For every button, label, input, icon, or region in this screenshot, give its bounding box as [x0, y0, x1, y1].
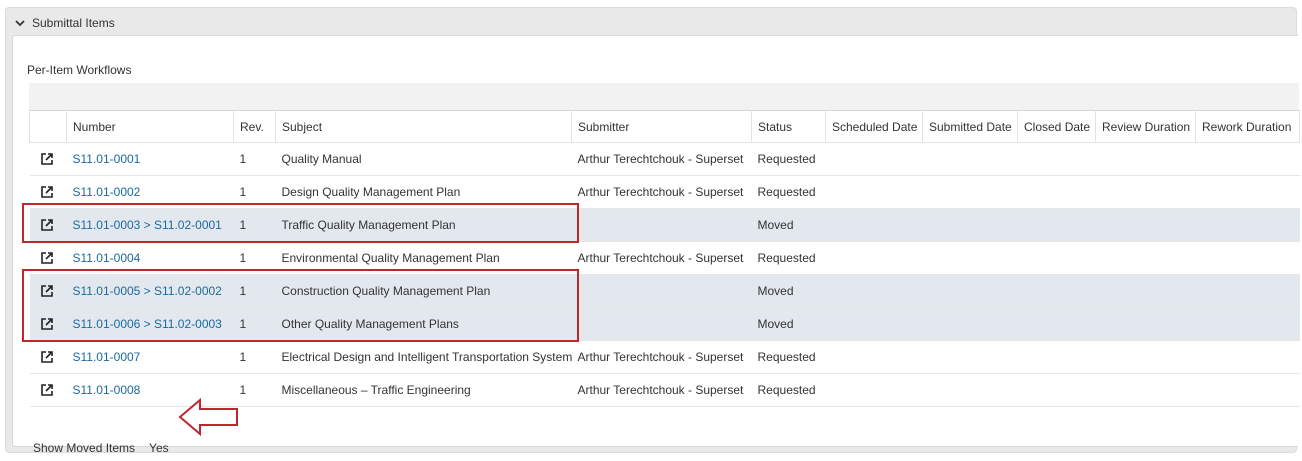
status-cell: Requested [751, 142, 826, 176]
col-header-action [29, 110, 67, 143]
submitter-cell: Arthur Terechtchouk - Superset [571, 142, 752, 176]
show-moved-items-label: Show Moved Items [33, 441, 136, 455]
number-link[interactable]: S11.01-0006 > S11.02-0003 [66, 307, 234, 341]
show-moved-items-field: Show Moved Items Yes [33, 441, 169, 455]
status-cell: Requested [751, 241, 826, 275]
row-action-cell[interactable] [29, 241, 67, 275]
number-link[interactable]: S11.01-0002 [66, 175, 234, 209]
open-external-icon[interactable] [40, 218, 54, 232]
rev-cell: 1 [233, 175, 276, 209]
col-header-subject[interactable]: Subject [275, 110, 572, 143]
section-header[interactable]: Submittal Items [14, 14, 115, 32]
grid-toolbar [29, 83, 1299, 110]
submitter-cell [571, 307, 752, 341]
number-link[interactable]: S11.01-0003 > S11.02-0001 [66, 208, 234, 242]
col-header-closed-date[interactable]: Closed Date [1017, 110, 1096, 143]
subject-cell: Other Quality Management Plans [275, 307, 572, 341]
open-external-icon[interactable] [40, 152, 54, 166]
workflows-title: Per-Item Workflows [27, 63, 132, 77]
number-link[interactable]: S11.01-0007 [66, 340, 234, 374]
table-row[interactable]: S11.01-0007 1 Electrical Design and Inte… [29, 340, 1300, 374]
table-row[interactable]: S11.01-0004 1 Environmental Quality Mana… [29, 241, 1300, 275]
submitter-cell: Arthur Terechtchouk - Superset [571, 373, 752, 407]
open-external-icon[interactable] [40, 251, 54, 265]
subject-cell: Design Quality Management Plan [275, 175, 572, 209]
table-row-moved[interactable]: S11.01-0006 > S11.02-0003 1 Other Qualit… [29, 307, 1300, 341]
table-row-moved[interactable]: S11.01-0005 > S11.02-0002 1 Construction… [29, 274, 1300, 308]
table-row-moved[interactable]: S11.01-0003 > S11.02-0001 1 Traffic Qual… [29, 208, 1300, 242]
number-link[interactable]: S11.01-0001 [66, 142, 234, 176]
submitter-cell [571, 274, 752, 308]
subject-cell: Traffic Quality Management Plan [275, 208, 572, 242]
row-action-cell[interactable] [29, 142, 67, 176]
rev-cell: 1 [233, 208, 276, 242]
chevron-down-icon[interactable] [14, 17, 26, 29]
rev-cell: 1 [233, 274, 276, 308]
table-header-row: Number Rev. Subject Submitter Status Sch… [29, 110, 1300, 143]
col-header-submitted-date[interactable]: Submitted Date [922, 110, 1018, 143]
workflows-panel: Per-Item Workflows Number Rev. Subject S… [12, 35, 1300, 455]
table-row[interactable]: S11.01-0001 1 Quality Manual Arthur Tere… [29, 142, 1300, 176]
rev-cell: 1 [233, 307, 276, 341]
row-action-cell[interactable] [29, 208, 67, 242]
status-cell: Moved [751, 307, 826, 341]
subject-cell: Electrical Design and Intelligent Transp… [275, 340, 572, 374]
status-cell: Requested [751, 373, 826, 407]
row-action-cell[interactable] [29, 274, 67, 308]
col-header-status[interactable]: Status [751, 110, 826, 143]
col-header-review-duration[interactable]: Review Duration [1095, 110, 1196, 143]
open-external-icon[interactable] [40, 350, 54, 364]
col-header-scheduled-date[interactable]: Scheduled Date [825, 110, 923, 143]
row-action-cell[interactable] [29, 373, 67, 407]
open-external-icon[interactable] [40, 185, 54, 199]
status-cell: Moved [751, 208, 826, 242]
left-arrow-annotation [178, 398, 238, 436]
subject-cell: Environmental Quality Management Plan [275, 241, 572, 275]
row-action-cell[interactable] [29, 340, 67, 374]
open-external-icon[interactable] [40, 317, 54, 331]
rev-cell: 1 [233, 241, 276, 275]
number-link[interactable]: S11.01-0005 > S11.02-0002 [66, 274, 234, 308]
row-action-cell[interactable] [29, 175, 67, 209]
col-header-submitter[interactable]: Submitter [571, 110, 752, 143]
col-header-rev[interactable]: Rev. [233, 110, 276, 143]
status-cell: Requested [751, 175, 826, 209]
table-row[interactable]: S11.01-0002 1 Design Quality Management … [29, 175, 1300, 209]
status-cell: Requested [751, 340, 826, 374]
row-action-cell[interactable] [29, 307, 67, 341]
show-moved-items-value[interactable]: Yes [149, 441, 169, 455]
open-external-icon[interactable] [40, 284, 54, 298]
col-header-rework-duration[interactable]: Rework Duration [1195, 110, 1300, 143]
status-cell: Moved [751, 274, 826, 308]
open-external-icon[interactable] [40, 383, 54, 397]
submitter-cell: Arthur Terechtchouk - Superset [571, 175, 752, 209]
rev-cell: 1 [233, 340, 276, 374]
col-header-number[interactable]: Number [66, 110, 234, 143]
subject-cell: Miscellaneous – Traffic Engineering [275, 373, 572, 407]
submitter-cell [571, 208, 752, 242]
number-link[interactable]: S11.01-0004 [66, 241, 234, 275]
rev-cell: 1 [233, 142, 276, 176]
submittal-items-section: Submittal Items Per-Item Workflows Numbe… [5, 7, 1300, 455]
submittal-items-table: Number Rev. Subject Submitter Status Sch… [29, 110, 1300, 407]
subject-cell: Quality Manual [275, 142, 572, 176]
submitter-cell: Arthur Terechtchouk - Superset [571, 241, 752, 275]
submitter-cell: Arthur Terechtchouk - Superset [571, 340, 752, 374]
section-title: Submittal Items [32, 16, 115, 30]
subject-cell: Construction Quality Management Plan [275, 274, 572, 308]
